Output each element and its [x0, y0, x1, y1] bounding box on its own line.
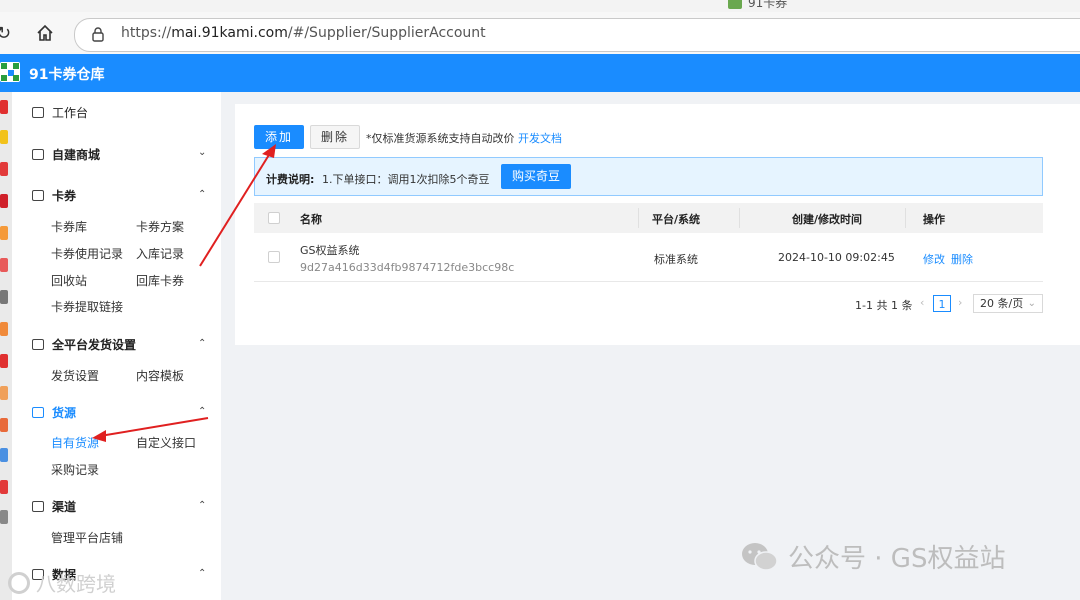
- annotation-arrow-add: [199, 149, 273, 267]
- wechat-watermark: 公众号 · GS权益站: [740, 538, 1005, 575]
- wechat-icon: [742, 542, 778, 571]
- corner-watermark-text: 八数跨境: [36, 572, 116, 596]
- annotation-arrow-own-supply: [99, 417, 209, 437]
- annotation-arrows: [92, 144, 276, 442]
- corner-watermark: 八数跨境: [8, 568, 116, 597]
- watermark-logo-icon: [8, 571, 30, 594]
- arrow-head-icon: [92, 430, 106, 442]
- wechat-watermark-text: 公众号 · GS权益站: [788, 544, 1006, 574]
- arrow-head-icon: [262, 144, 276, 158]
